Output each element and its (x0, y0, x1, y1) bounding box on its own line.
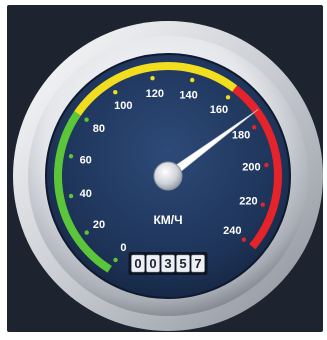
odometer-digit: 3 (164, 256, 171, 271)
scale-label: 180 (232, 130, 250, 142)
speedometer: 0 20 40 60 80 100 120 140 160 180 200 220 240 КМ/Ч 0… (13, 21, 323, 331)
needle-hub (153, 161, 183, 191)
scale-dot (68, 154, 74, 159)
scale-label: 200 (242, 162, 260, 174)
scale-label: 20 (93, 219, 105, 231)
scale-dot (68, 193, 74, 199)
scale-dot (150, 76, 155, 81)
scale-label: 0 (120, 242, 126, 254)
scale-label: 40 (80, 188, 92, 200)
scale-label: 140 (179, 90, 197, 102)
unit-label: КМ/Ч (153, 213, 182, 227)
scale-dot (84, 117, 89, 122)
odometer-digit: 5 (179, 256, 186, 271)
scale-label: 60 (80, 154, 92, 166)
scale-label: 220 (239, 195, 257, 207)
scale-label: 240 (223, 225, 241, 237)
scale-dot (251, 125, 257, 130)
scale-dot (84, 230, 89, 235)
scale-label: 80 (93, 123, 105, 135)
scale-dot (264, 162, 269, 168)
scale-dot (113, 257, 118, 263)
odometer-digit: 7 (194, 256, 201, 271)
scale-dot (260, 202, 265, 207)
scale-dot (190, 77, 195, 83)
odometer-digit: 0 (134, 256, 141, 271)
odometer-digit: 0 (149, 256, 156, 271)
odometer: 00357 (128, 252, 208, 275)
scale-label: 100 (114, 100, 132, 112)
scale-dot (241, 237, 247, 242)
scale-label: 120 (146, 88, 164, 100)
scale-dot (113, 90, 118, 95)
scale-dot (225, 95, 231, 100)
scale-label: 160 (210, 104, 228, 116)
